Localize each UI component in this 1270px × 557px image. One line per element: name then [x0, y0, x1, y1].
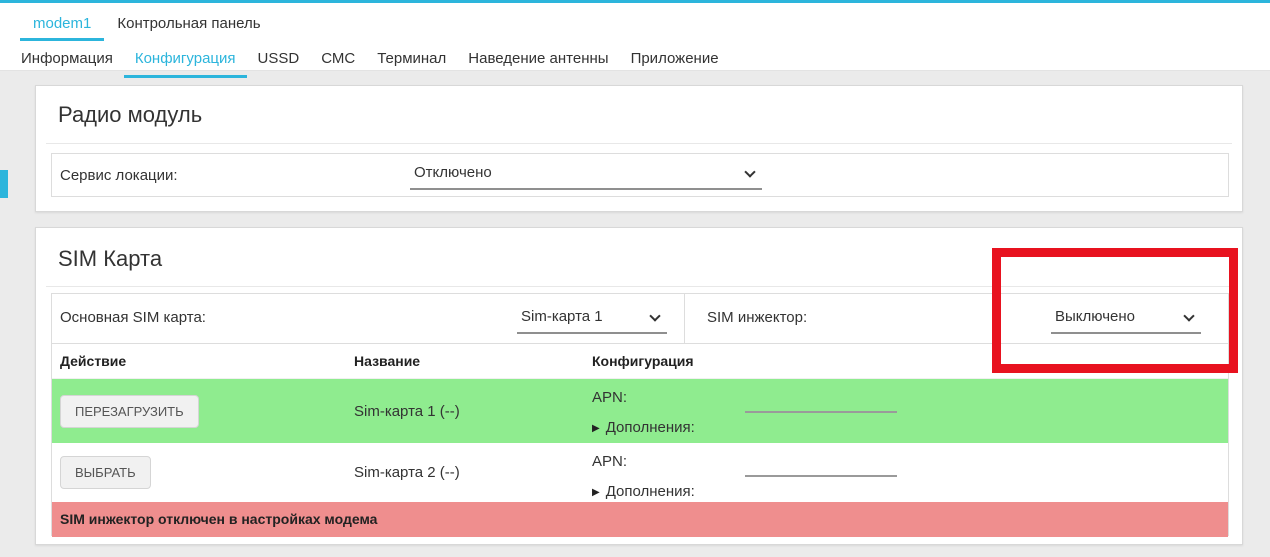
location-service-value: Отключено [414, 164, 492, 181]
triangle-right-icon: ▶ [592, 487, 600, 498]
tab-ussd[interactable]: USSD [247, 44, 311, 78]
table-row: ПЕРЕЗАГРУЗИТЬ Sim-карта 1 (--) APN: ▶ Доп… [52, 379, 1228, 443]
sim-injector-cell: SIM инжектор: Выключено [685, 294, 1228, 343]
location-service-select[interactable]: Отключено [410, 160, 762, 190]
tab-sms[interactable]: СМС [310, 44, 366, 78]
sim-injector-value: Выключено [1055, 308, 1135, 325]
apn-input[interactable] [745, 393, 897, 413]
sim-selects-row: Основная SIM карта: Sim-карта 1 SIM инже… [52, 294, 1228, 344]
breadcrumb: modem1 Контрольная панель [20, 8, 274, 41]
tab-antenna-pointing[interactable]: Наведение антенны [457, 44, 619, 78]
header-configuration: Конфигурация [592, 353, 694, 369]
sim-card-panel: Основная SIM карта: Sim-карта 1 SIM инже… [51, 293, 1229, 537]
sim-injector-label: SIM инжектор: [707, 309, 808, 326]
extras-label: Дополнения: [605, 483, 695, 500]
divider [46, 143, 1232, 144]
sim-name: Sim-карта 1 (--) [354, 402, 460, 420]
primary-sim-value: Sim-карта 1 [521, 308, 603, 325]
tab-terminal[interactable]: Терминал [366, 44, 457, 78]
config-cell: APN: ▶ Дополнения: [592, 379, 1228, 443]
tab-information[interactable]: Информация [10, 44, 124, 78]
radio-module-card: Радио модуль Сервис локации: Отключено [35, 85, 1243, 212]
page-header: modem1 Контрольная панель Информация Кон… [0, 3, 1270, 78]
sim-card-title: SIM Карта [58, 246, 163, 271]
breadcrumb-tab-modem1[interactable]: modem1 [20, 8, 105, 41]
header-name: Название [354, 353, 421, 369]
location-service-label: Сервис локации: [60, 167, 178, 184]
table-header-row: Действие Название Конфигурация [52, 344, 1228, 379]
primary-sim-label: Основная SIM карта: [60, 309, 206, 326]
select-sim-button[interactable]: ВЫБРАТЬ [60, 456, 151, 489]
apn-input[interactable] [745, 457, 897, 477]
extras-expander[interactable]: ▶ Дополнения: [592, 483, 695, 500]
left-edge-handle[interactable] [0, 170, 8, 198]
table-row: ВЫБРАТЬ Sim-карта 2 (--) APN: ▶ Дополнени… [52, 443, 1228, 502]
sim-injector-select[interactable]: Выключено [1051, 304, 1201, 334]
apn-label: APN: [592, 453, 628, 470]
apn-label: APN: [592, 389, 628, 406]
extras-label: Дополнения: [605, 419, 695, 436]
header-action: Действие [60, 353, 127, 369]
config-cell: APN: ▶ Дополнения: [592, 443, 1228, 502]
extras-expander[interactable]: ▶ Дополнения: [592, 419, 695, 436]
sim-card-card: SIM Карта Основная SIM карта: Sim-карта … [35, 227, 1243, 545]
primary-sim-cell: Основная SIM карта: Sim-карта 1 [52, 294, 685, 343]
sim-name: Sim-карта 2 (--) [354, 464, 460, 481]
action-cell: ВЫБРАТЬ [52, 456, 354, 489]
nav-tabs: Информация Конфигурация USSD СМС Термина… [10, 44, 730, 78]
primary-sim-select[interactable]: Sim-карта 1 [517, 304, 667, 334]
action-cell: ПЕРЕЗАГРУЗИТЬ [52, 394, 354, 428]
sim-injector-alert: SIM инжектор отключен в настройках модем… [52, 502, 1228, 537]
tab-configuration[interactable]: Конфигурация [123, 44, 247, 78]
reboot-button[interactable]: ПЕРЕЗАГРУЗИТЬ [60, 394, 199, 428]
breadcrumb-tab-control-panel[interactable]: Контрольная панель [104, 8, 273, 41]
divider [46, 286, 1232, 287]
location-service-row: Сервис локации: Отключено [51, 153, 1229, 197]
radio-module-title: Радио модуль [58, 102, 203, 127]
tab-application[interactable]: Приложение [620, 44, 730, 78]
triangle-right-icon: ▶ [592, 423, 600, 434]
